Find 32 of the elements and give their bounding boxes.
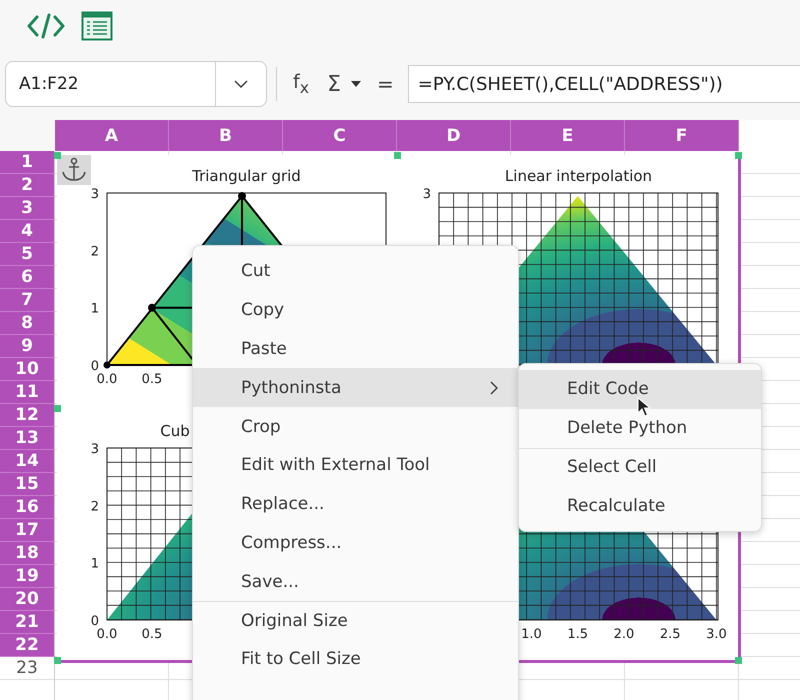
- tick-label: 1: [90, 302, 99, 317]
- menu-item-label: Pythoninsta: [241, 378, 342, 398]
- tick-label: 1.5: [567, 627, 588, 642]
- menu-item-label: Crop: [241, 416, 281, 437]
- tick-label: 2.0: [614, 627, 634, 642]
- menu-item-label: Save...: [241, 572, 299, 592]
- tick-label: 0: [90, 358, 99, 374]
- tick-label: 0.0: [96, 627, 118, 642]
- tick-label: 3.0: [706, 627, 727, 642]
- tick-label: 0: [90, 614, 99, 629]
- tick-label: 1.0: [521, 627, 542, 642]
- tick-label: 0.0: [96, 372, 118, 387]
- tick-label: 1: [90, 556, 99, 572]
- tick-label: 2: [90, 499, 99, 514]
- tick-label: 3: [422, 187, 431, 202]
- menu-item-label: Paste: [241, 338, 287, 359]
- tick-label: 0.5: [142, 372, 162, 387]
- menu-item-label: Replace...: [241, 494, 324, 514]
- menu-item-label: Compress...: [241, 532, 342, 553]
- menu-item-label: Edit with External Tool: [241, 455, 430, 476]
- menu-item-label: Copy: [241, 300, 284, 320]
- tick-label: 3: [90, 187, 99, 202]
- menu-item-label: Cut: [241, 261, 270, 282]
- tick-label: 2.5: [660, 627, 681, 642]
- menu-item-label: Fit to Cell Size: [241, 649, 361, 670]
- tick-label: 0.5: [142, 627, 162, 642]
- tick-label: 3: [90, 442, 99, 457]
- chart-title: Cub: [160, 422, 190, 440]
- tick-label: 2: [90, 244, 99, 260]
- chart-title: Triangular grid: [192, 167, 301, 185]
- menu-item-label: Original Size: [241, 611, 348, 632]
- chart-title: Linear interpolation: [504, 167, 652, 185]
